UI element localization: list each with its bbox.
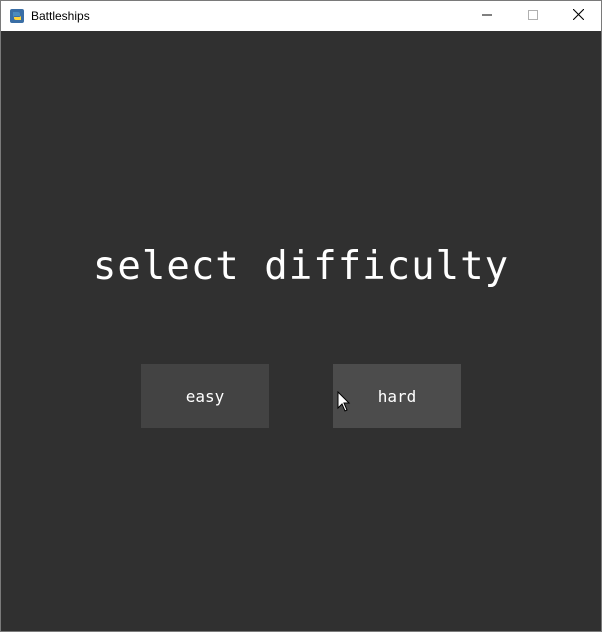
hard-button[interactable]: hard bbox=[333, 364, 461, 428]
python-icon bbox=[9, 8, 25, 24]
game-canvas: select difficulty easy hard bbox=[1, 31, 601, 631]
window-title: Battleships bbox=[31, 9, 90, 23]
close-icon bbox=[572, 7, 584, 25]
page-title: select difficulty bbox=[92, 244, 510, 289]
app-window: Battleships select difficulty easy hard bbox=[0, 0, 602, 632]
title-bar[interactable]: Battleships bbox=[1, 1, 601, 31]
close-button[interactable] bbox=[555, 1, 601, 31]
minimize-icon bbox=[482, 7, 492, 25]
easy-button[interactable]: easy bbox=[141, 364, 269, 428]
minimize-button[interactable] bbox=[464, 1, 510, 31]
maximize-icon bbox=[528, 7, 538, 25]
maximize-button[interactable] bbox=[510, 1, 556, 31]
